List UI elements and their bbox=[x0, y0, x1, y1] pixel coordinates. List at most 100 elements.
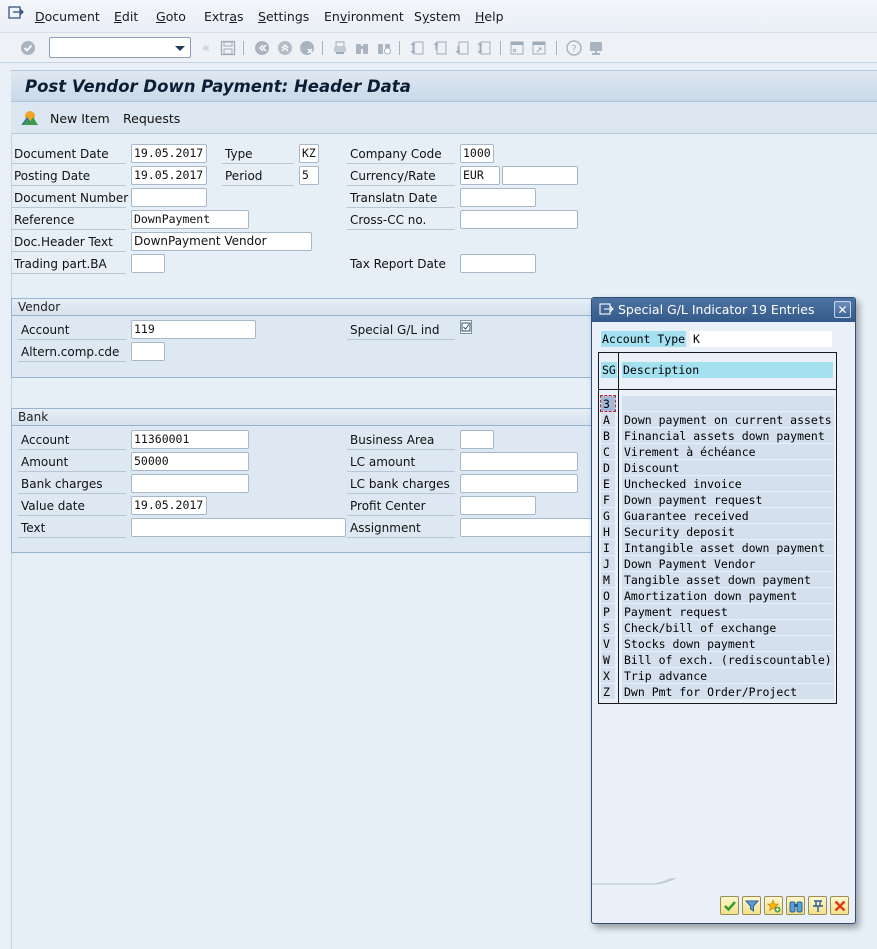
document-number-field[interactable] bbox=[131, 188, 207, 207]
row-description-cell[interactable]: Stocks down payment bbox=[622, 636, 834, 651]
lc-amount-field[interactable] bbox=[460, 452, 578, 471]
command-field[interactable] bbox=[49, 37, 191, 58]
close-icon[interactable]: ✕ bbox=[834, 301, 851, 318]
next-page-icon[interactable] bbox=[453, 39, 471, 57]
bank-charges-field[interactable] bbox=[131, 474, 249, 493]
column-header-description[interactable]: Description bbox=[622, 362, 833, 378]
type-field[interactable]: KZ bbox=[299, 144, 319, 163]
exit-icon[interactable] bbox=[253, 39, 271, 57]
row-description-cell[interactable]: Down payment request bbox=[622, 492, 834, 507]
row-description-cell[interactable]: Bill of exch. (rediscountable) bbox=[622, 652, 834, 667]
cancel-icon[interactable] bbox=[298, 39, 316, 57]
reference-field[interactable]: DownPayment bbox=[131, 210, 249, 229]
table-row[interactable]: O Amortization down payment bbox=[599, 588, 838, 604]
table-row[interactable]: C Virement à échéance bbox=[599, 444, 838, 460]
row-sg-cell[interactable]: X bbox=[601, 668, 615, 683]
enter-icon[interactable] bbox=[19, 39, 37, 57]
lc-bank-charges-field[interactable] bbox=[460, 474, 578, 493]
row-description-cell[interactable]: Financial assets down payment bbox=[622, 428, 834, 443]
row-sg-cell[interactable]: P bbox=[601, 604, 615, 619]
vendor-account-field[interactable]: 119 bbox=[131, 320, 256, 339]
row-sg-cell[interactable]: C bbox=[601, 444, 615, 459]
row-sg-cell[interactable]: Z bbox=[601, 684, 615, 699]
menu-document[interactable]: Document bbox=[35, 9, 100, 24]
restrictions-button[interactable] bbox=[742, 896, 761, 915]
assignment-field[interactable] bbox=[460, 518, 595, 537]
row-sg-cell[interactable]: F bbox=[601, 492, 615, 507]
table-row[interactable]: V Stocks down payment bbox=[599, 636, 838, 652]
row-description-cell[interactable]: Down Payment Vendor bbox=[622, 556, 834, 571]
add-favorite-button[interactable] bbox=[764, 896, 783, 915]
amount-field[interactable]: 50000 bbox=[131, 452, 249, 471]
row-description-cell[interactable]: Virement à échéance bbox=[622, 444, 834, 459]
pin-button[interactable] bbox=[808, 896, 827, 915]
row-sg-cell[interactable]: W bbox=[601, 652, 615, 667]
row-description-cell[interactable] bbox=[622, 396, 834, 411]
currency-field[interactable]: EUR bbox=[460, 166, 500, 185]
last-page-icon[interactable] bbox=[475, 39, 493, 57]
chevron-down-icon[interactable] bbox=[175, 46, 185, 51]
find-icon[interactable] bbox=[353, 39, 371, 57]
row-description-cell[interactable]: Intangible asset down payment bbox=[622, 540, 834, 555]
row-sg-cell[interactable]: V bbox=[601, 636, 615, 651]
text-field[interactable] bbox=[131, 518, 346, 537]
row-description-cell[interactable]: Tangible asset down payment bbox=[622, 572, 834, 587]
table-row[interactable]: Z Dwn Pmt for Order/Project bbox=[599, 684, 838, 700]
table-row[interactable]: B Financial assets down payment bbox=[599, 428, 838, 444]
table-row[interactable]: S Check/bill of exchange bbox=[599, 620, 838, 636]
doc-header-text-field[interactable]: DownPayment Vendor bbox=[131, 232, 312, 251]
menu-settings[interactable]: Settings bbox=[258, 9, 309, 24]
copy-button[interactable] bbox=[720, 896, 739, 915]
period-field[interactable]: 5 bbox=[299, 166, 319, 185]
bank-account-field[interactable]: 11360001 bbox=[131, 430, 249, 449]
row-sg-cell[interactable]: I bbox=[601, 540, 615, 555]
table-row[interactable]: I Intangible asset down payment bbox=[599, 540, 838, 556]
business-area-field[interactable] bbox=[460, 430, 494, 449]
altern-comp-field[interactable] bbox=[131, 342, 165, 361]
row-sg-cell[interactable]: D bbox=[601, 460, 615, 475]
first-page-icon[interactable] bbox=[408, 39, 426, 57]
tax-report-date-field[interactable] bbox=[460, 254, 536, 273]
row-sg-cell[interactable]: A bbox=[601, 412, 615, 427]
help-icon[interactable]: ? bbox=[565, 39, 583, 57]
row-description-cell[interactable]: Dwn Pmt for Order/Project bbox=[622, 684, 834, 699]
find-next-icon[interactable] bbox=[375, 39, 393, 57]
row-sg-cell[interactable]: O bbox=[601, 588, 615, 603]
table-row[interactable]: H Security deposit bbox=[599, 524, 838, 540]
row-description-cell[interactable]: Trip advance bbox=[622, 668, 834, 683]
table-row[interactable]: J Down Payment Vendor bbox=[599, 556, 838, 572]
find-button[interactable] bbox=[786, 896, 805, 915]
value-date-field[interactable]: 19.05.2017 bbox=[131, 496, 207, 515]
table-row[interactable]: G Guarantee received bbox=[599, 508, 838, 524]
table-row[interactable]: M Tangible asset down payment bbox=[599, 572, 838, 588]
row-description-cell[interactable]: Payment request bbox=[622, 604, 834, 619]
back-icon[interactable]: « bbox=[197, 39, 215, 57]
row-description-cell[interactable]: Down payment on current assets bbox=[622, 412, 834, 427]
row-description-cell[interactable]: Security deposit bbox=[622, 524, 834, 539]
shortcut-icon[interactable] bbox=[530, 39, 548, 57]
row-sg-cell[interactable]: S bbox=[601, 620, 615, 635]
previous-page-icon[interactable] bbox=[431, 39, 449, 57]
row-sg-cell[interactable]: E bbox=[601, 476, 615, 491]
menu-environment[interactable]: Environment bbox=[324, 9, 404, 24]
table-row[interactable]: P Payment request bbox=[599, 604, 838, 620]
row-sg-cell[interactable]: H bbox=[601, 524, 615, 539]
menu-goto[interactable]: Goto bbox=[156, 9, 186, 24]
special-gl-field[interactable] bbox=[460, 320, 472, 334]
table-row[interactable]: D Discount bbox=[599, 460, 838, 476]
menu-help[interactable]: Help bbox=[475, 9, 504, 24]
row-description-cell[interactable]: Guarantee received bbox=[622, 508, 834, 523]
requests-button[interactable]: Requests bbox=[123, 111, 180, 126]
row-description-cell[interactable]: Discount bbox=[622, 460, 834, 475]
posting-date-field[interactable]: 19.05.2017 bbox=[131, 166, 207, 185]
search-help-icon[interactable] bbox=[461, 321, 471, 333]
table-row[interactable]: X Trip advance bbox=[599, 668, 838, 684]
cancel-button[interactable] bbox=[830, 896, 849, 915]
new-item-button[interactable]: New Item bbox=[50, 111, 110, 126]
menu-extras[interactable]: Extras bbox=[204, 9, 244, 24]
row-sg-cell[interactable]: 3 bbox=[600, 395, 616, 412]
row-description-cell[interactable]: Amortization down payment bbox=[622, 588, 834, 603]
system-menu-icon[interactable] bbox=[599, 303, 614, 316]
up-icon[interactable] bbox=[276, 39, 294, 57]
row-sg-cell[interactable]: M bbox=[601, 572, 615, 587]
